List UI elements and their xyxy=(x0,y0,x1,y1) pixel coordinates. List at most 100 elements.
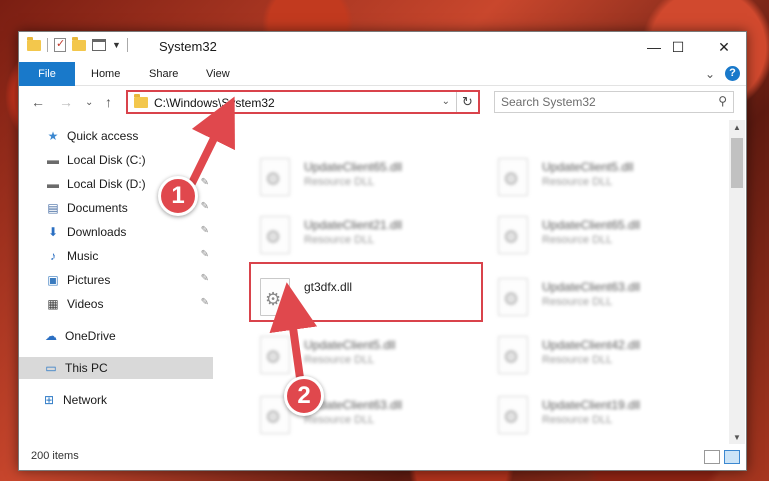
file-type: Resource DLL xyxy=(304,414,375,426)
properties-check-icon[interactable] xyxy=(54,37,66,52)
search-icon[interactable]: ⚲ xyxy=(718,94,727,108)
vertical-scrollbar[interactable]: ▲ ▼ xyxy=(729,120,745,446)
title-bar: ▼ System32 — ☐ ✕ xyxy=(19,32,746,62)
pin-icon[interactable]: ✎ xyxy=(201,177,209,188)
up-arrow-icon[interactable]: ↑ xyxy=(105,94,112,110)
view-toggle-group xyxy=(704,450,740,464)
cloud-icon: ☁ xyxy=(45,329,57,343)
pin-icon[interactable]: ✎ xyxy=(201,297,209,308)
file-item[interactable]: UpdateClient65.dll Resource DLL xyxy=(252,152,482,204)
properties-icon[interactable] xyxy=(92,39,106,51)
toolbar-divider xyxy=(47,38,48,52)
sidebar-item[interactable]: ☁ OneDrive xyxy=(19,325,213,347)
dll-file-icon xyxy=(260,158,290,196)
documents-icon: ▤ xyxy=(47,201,59,215)
recent-locations-icon[interactable]: ⌄ xyxy=(85,97,93,108)
sidebar-item-label: Local Disk (C:) xyxy=(67,153,146,167)
file-item[interactable]: UpdateClient21.dll Resource DLL xyxy=(252,210,482,262)
customize-toolbar-dropdown-icon[interactable]: ▼ xyxy=(112,40,121,50)
help-icon[interactable]: ? xyxy=(725,66,740,81)
maximize-button[interactable]: ☐ xyxy=(655,32,701,62)
sidebar-item-label: Downloads xyxy=(67,225,127,239)
file-item[interactable]: UpdateClient65.dll Resource DLL xyxy=(490,210,720,262)
file-item[interactable]: UpdateClient42.dll Resource DLL xyxy=(490,330,720,382)
pin-icon[interactable]: ✎ xyxy=(201,201,209,212)
folder-icon xyxy=(134,94,148,108)
pin-icon[interactable]: ✎ xyxy=(201,153,209,164)
sidebar-item-label: Pictures xyxy=(67,273,111,287)
sidebar-item[interactable]: ⊞ Network xyxy=(19,389,213,411)
file-item-highlighted[interactable]: gt3dfx.dll xyxy=(252,272,482,324)
file-item[interactable]: UpdateClient5.dll Resource DLL xyxy=(490,152,720,204)
pin-icon[interactable]: ✎ xyxy=(201,225,209,236)
scrollbar-thumb[interactable] xyxy=(731,138,743,188)
file-item[interactable]: UpdateClient19.dll Resource DLL xyxy=(490,390,720,442)
sidebar-item-label: This PC xyxy=(65,361,108,375)
dll-file-icon xyxy=(498,336,528,374)
file-name: UpdateClient63.dll xyxy=(542,280,641,294)
tab-file[interactable]: File xyxy=(19,62,75,86)
sidebar-item-label: Videos xyxy=(67,297,104,311)
dll-file-icon xyxy=(260,278,290,316)
sidebar-item[interactable]: ▦ Videos ✎ xyxy=(19,293,213,315)
sidebar-item-label: Music xyxy=(67,249,99,263)
sidebar-item-label: OneDrive xyxy=(65,329,116,343)
sidebar-item[interactable]: ▬ Local Disk (C:) ✎ xyxy=(19,149,213,171)
close-button[interactable]: ✕ xyxy=(701,32,747,62)
tab-view[interactable]: View xyxy=(192,62,244,86)
expand-ribbon-icon[interactable]: ⌄ xyxy=(705,67,715,81)
videos-icon: ▦ xyxy=(47,297,59,311)
back-arrow-icon[interactable]: ← xyxy=(31,94,45,110)
sidebar-item[interactable]: ⬇ Downloads ✎ xyxy=(19,221,213,243)
scroll-up-icon[interactable]: ▲ xyxy=(729,120,745,136)
navigation-pane: ★ Quick access ▬ Local Disk (C:) ✎ ▬ Local Dis… xyxy=(19,125,213,447)
address-path[interactable]: C:\Windows\System32 xyxy=(154,96,275,110)
new-folder-icon[interactable] xyxy=(72,36,86,51)
file-name: UpdateClient19.dll xyxy=(542,398,641,412)
file-name: UpdateClient42.dll xyxy=(542,338,641,352)
pin-icon[interactable]: ✎ xyxy=(201,273,209,284)
sidebar-item[interactable]: ♪ Music ✎ xyxy=(19,245,213,267)
folder-icon xyxy=(27,36,41,51)
dll-file-icon xyxy=(498,158,528,196)
quick-access-toolbar: ▼ xyxy=(27,36,128,52)
item-count: 200 items xyxy=(31,450,79,462)
file-item[interactable]: UpdateClient63.dll Resource DLL xyxy=(490,272,720,324)
address-bar[interactable]: C:\Windows\System32 ⌄ ↻ xyxy=(126,90,480,114)
tab-share[interactable]: Share xyxy=(135,62,192,86)
maximize-icon: ☐ xyxy=(671,38,685,55)
callout-badge-2: 2 xyxy=(284,376,324,416)
pin-icon[interactable]: ✎ xyxy=(201,249,209,260)
ribbon-tabs: File Home Share View ⌄ ? xyxy=(19,62,746,86)
network-icon: ⊞ xyxy=(43,393,55,407)
address-dropdown-icon[interactable]: ⌄ xyxy=(442,96,450,107)
sidebar-item[interactable]: ▣ Pictures ✎ xyxy=(19,269,213,291)
close-icon: ✕ xyxy=(718,38,730,55)
forward-arrow-icon[interactable]: → xyxy=(59,94,73,110)
callout-badge-1: 1 xyxy=(158,176,198,216)
dll-file-icon xyxy=(498,396,528,434)
file-item[interactable]: UpdateClient5.dll Resource DLL xyxy=(252,330,482,382)
file-name: UpdateClient65.dll xyxy=(304,160,403,174)
sidebar-item[interactable]: ▭ This PC xyxy=(19,357,213,379)
download-icon: ⬇ xyxy=(47,225,59,239)
file-type: Resource DLL xyxy=(542,234,613,246)
file-type: Resource DLL xyxy=(542,296,613,308)
file-type: Resource DLL xyxy=(542,354,613,366)
large-icons-view-icon[interactable] xyxy=(724,450,740,464)
search-input[interactable]: Search System32 ⚲ xyxy=(494,91,734,113)
refresh-icon[interactable]: ↻ xyxy=(456,92,478,112)
details-view-icon[interactable] xyxy=(704,450,720,464)
sidebar-item-label: Network xyxy=(63,393,108,407)
file-type: Resource DLL xyxy=(542,176,613,188)
computer-icon: ▭ xyxy=(45,361,57,375)
search-placeholder: Search System32 xyxy=(501,95,596,109)
dll-file-icon xyxy=(498,278,528,316)
sidebar-item[interactable]: ★ Quick access xyxy=(19,125,213,147)
tab-home[interactable]: Home xyxy=(77,62,134,86)
toolbar-divider xyxy=(126,38,128,52)
sidebar-item-label: Documents xyxy=(67,201,128,215)
star-icon: ★ xyxy=(47,129,59,143)
window-title: System32 xyxy=(159,39,217,54)
drive-icon: ▬ xyxy=(47,177,59,191)
